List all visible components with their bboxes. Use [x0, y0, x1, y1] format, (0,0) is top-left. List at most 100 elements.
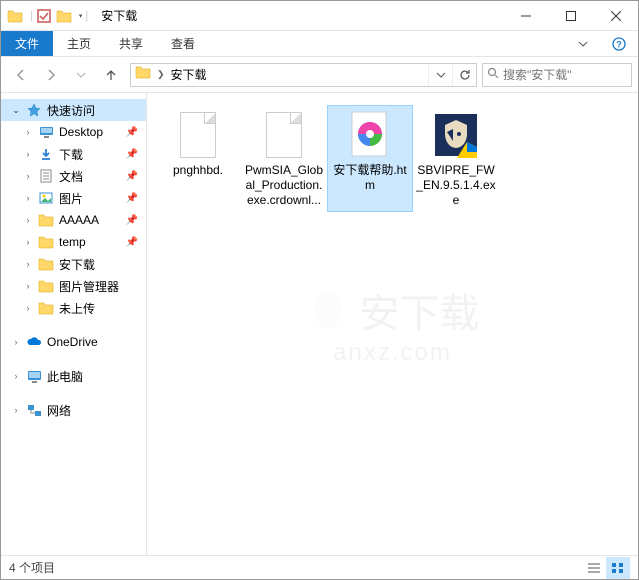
title-bar: | ▾ | 安下载 [1, 1, 638, 31]
file-icon [432, 109, 480, 161]
sidebar-item[interactable]: › 图片管理器 [1, 275, 146, 297]
sidebar-item-label: 文档 [59, 168, 83, 185]
search-icon [487, 67, 499, 82]
recent-dropdown-icon[interactable] [67, 61, 95, 89]
quick-access-toolbar: | ▾ | [1, 6, 93, 26]
sidebar-item-label: 网络 [47, 402, 71, 419]
search-box[interactable] [482, 63, 632, 87]
main-area: ⌄ 快速访问 › Desktop 📌› 下载 📌› 文档 📌› 图片 📌› AA… [1, 93, 638, 555]
sidebar-item-label: 图片管理器 [59, 278, 119, 295]
sidebar-item-network[interactable]: › 网络 [1, 399, 146, 421]
chevron-right-icon[interactable]: › [11, 371, 21, 381]
folder-icon [37, 300, 55, 316]
sidebar-item[interactable]: › Desktop 📌 [1, 121, 146, 143]
folder-icon [37, 212, 55, 228]
close-button[interactable] [593, 1, 638, 30]
chevron-right-icon[interactable]: › [23, 281, 33, 291]
navigation-pane: ⌄ 快速访问 › Desktop 📌› 下载 📌› 文档 📌› 图片 📌› AA… [1, 93, 147, 555]
svg-text:?: ? [616, 39, 622, 49]
status-bar: 4 个项目 [1, 555, 638, 579]
help-icon[interactable]: ? [600, 31, 638, 56]
pin-icon: 📌 [126, 127, 138, 138]
qat-separator-2: | [85, 10, 88, 22]
tab-view[interactable]: 查看 [157, 31, 209, 56]
pin-icon: 📌 [126, 193, 138, 204]
file-item[interactable]: 安下载帮助.htm [327, 105, 413, 212]
chevron-right-icon[interactable]: › [11, 405, 21, 415]
sidebar-item-label: temp [59, 235, 86, 249]
pin-icon: 📌 [126, 237, 138, 248]
forward-button[interactable] [37, 61, 65, 89]
tab-share[interactable]: 共享 [105, 31, 157, 56]
chevron-right-icon[interactable]: › [23, 303, 33, 313]
chevron-right-icon[interactable]: › [11, 337, 21, 347]
downloads-icon [37, 146, 55, 162]
file-name: pnghhbd. [173, 163, 223, 178]
file-name: PwmSIA_Global_Production.exe.crdownl... [244, 163, 324, 208]
file-item[interactable]: PwmSIA_Global_Production.exe.crdownl... [241, 105, 327, 212]
sidebar-item[interactable]: › 未上传 [1, 297, 146, 319]
file-icon [260, 109, 308, 161]
sidebar-item[interactable]: › 安下载 [1, 253, 146, 275]
chevron-right-icon[interactable]: ❯ [155, 69, 167, 80]
up-button[interactable] [97, 61, 125, 89]
chevron-down-icon[interactable]: ⌄ [11, 105, 21, 116]
computer-icon [25, 368, 43, 384]
sidebar-item[interactable]: › AAAAA 📌 [1, 209, 146, 231]
folder-icon-2[interactable] [54, 6, 74, 26]
sidebar-item-onedrive[interactable]: › OneDrive [1, 331, 146, 353]
icons-view-button[interactable] [606, 557, 630, 579]
properties-icon[interactable] [36, 8, 52, 24]
tab-file[interactable]: 文件 [1, 31, 53, 56]
qat-dropdown-icon[interactable]: ▾ [79, 12, 83, 20]
star-icon [25, 102, 43, 118]
folder-icon [37, 278, 55, 294]
ribbon-tabs: 文件 主页 共享 查看 ? [1, 31, 638, 57]
file-item[interactable]: pnghhbd. [155, 105, 241, 212]
desktop-icon [37, 124, 55, 140]
sidebar-item-label: 此电脑 [47, 368, 83, 385]
chevron-right-icon[interactable]: › [23, 215, 33, 225]
search-input[interactable] [503, 68, 627, 82]
sidebar-item[interactable]: › 文档 📌 [1, 165, 146, 187]
minimize-button[interactable] [503, 1, 548, 30]
sidebar-item[interactable]: › temp 📌 [1, 231, 146, 253]
file-icon [346, 109, 394, 161]
details-view-button[interactable] [582, 557, 606, 579]
tab-home[interactable]: 主页 [53, 31, 105, 56]
breadcrumb[interactable]: 安下载 [167, 66, 211, 83]
sidebar-item-label: AAAAA [59, 213, 99, 227]
refresh-icon[interactable] [452, 64, 476, 86]
maximize-button[interactable] [548, 1, 593, 30]
file-list[interactable]: 安下载 anxz.com pnghhbd. PwmSIA_Global_Prod… [147, 93, 638, 555]
sidebar-item-label: 下载 [59, 146, 83, 163]
pin-icon: 📌 [126, 215, 138, 226]
chevron-right-icon[interactable]: › [23, 149, 33, 159]
folder-icon[interactable] [5, 6, 25, 26]
address-bar[interactable]: ❯ 安下载 [130, 63, 477, 87]
address-bar-row: ❯ 安下载 [1, 57, 638, 93]
sidebar-item[interactable]: › 图片 📌 [1, 187, 146, 209]
sidebar-item-quick-access[interactable]: ⌄ 快速访问 [1, 99, 146, 121]
chevron-right-icon[interactable]: › [23, 237, 33, 247]
file-item[interactable]: SBVIPRE_FW_EN.9.5.1.4.exe [413, 105, 499, 212]
folder-icon [135, 65, 151, 84]
file-icon [174, 109, 222, 161]
window-title: 安下载 [101, 7, 137, 24]
sidebar-item-this-pc[interactable]: › 此电脑 [1, 365, 146, 387]
view-switcher [582, 557, 630, 579]
address-dropdown-icon[interactable] [428, 64, 452, 86]
chevron-right-icon[interactable]: › [23, 171, 33, 181]
ribbon-expand-icon[interactable] [566, 31, 600, 56]
chevron-right-icon[interactable]: › [23, 259, 33, 269]
chevron-right-icon[interactable]: › [23, 193, 33, 203]
documents-icon [37, 168, 55, 184]
item-count: 4 个项目 [9, 559, 55, 576]
sidebar-item-label: 图片 [59, 190, 83, 207]
chevron-right-icon[interactable]: › [23, 127, 33, 137]
file-name: 安下载帮助.htm [330, 163, 410, 193]
sidebar-item[interactable]: › 下载 📌 [1, 143, 146, 165]
back-button[interactable] [7, 61, 35, 89]
pin-icon: 📌 [126, 149, 138, 160]
cloud-icon [25, 334, 43, 350]
